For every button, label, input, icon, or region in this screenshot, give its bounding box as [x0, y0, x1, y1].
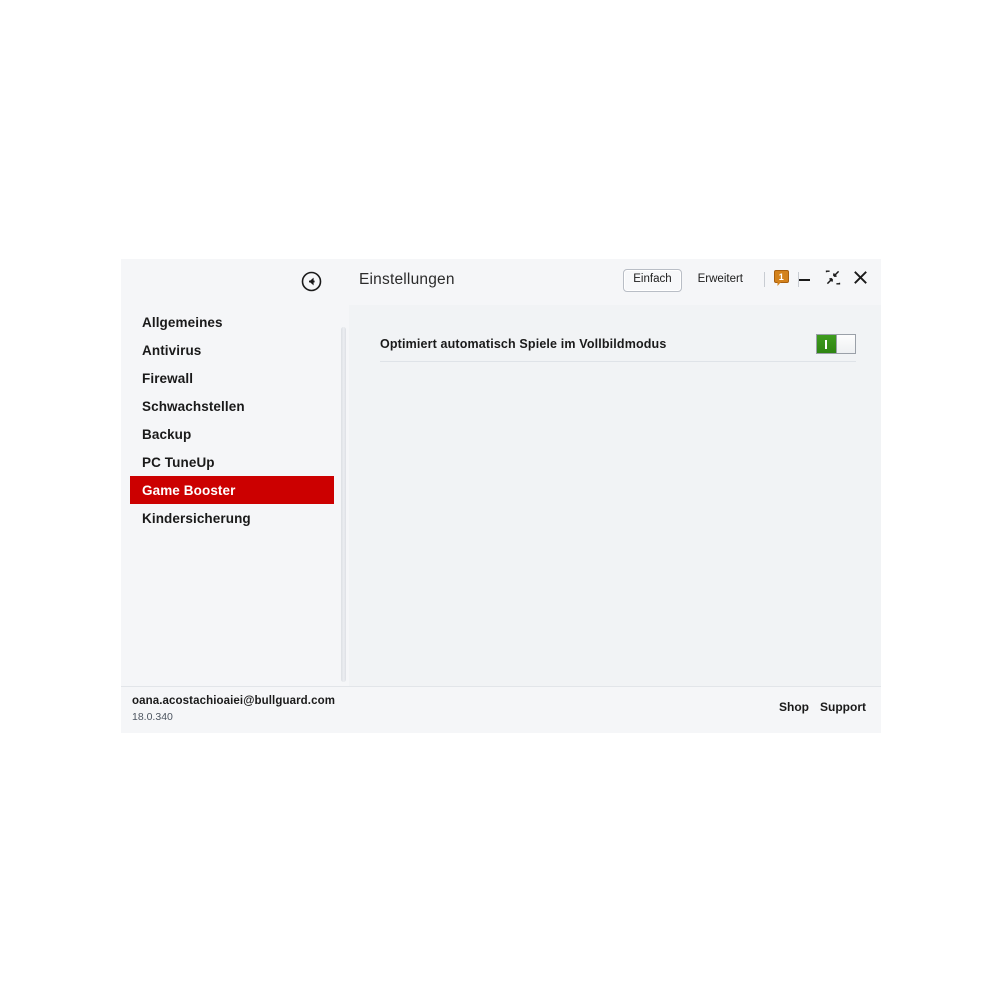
- sidebar-scrollbar[interactable]: [338, 305, 349, 686]
- shop-link[interactable]: Shop: [779, 700, 809, 714]
- window-footer: oana.acostachioaiei@bullguard.com 18.0.3…: [121, 686, 881, 733]
- tab-einfach[interactable]: Einfach: [623, 269, 682, 292]
- view-mode-tabs: Einfach Erweitert: [623, 269, 753, 292]
- close-icon[interactable]: [852, 269, 869, 286]
- toolbar-divider-left: [764, 272, 765, 287]
- notification-count-text: 1: [779, 272, 784, 282]
- account-email: oana.acostachioaiei@bullguard.com: [132, 695, 336, 707]
- sidebar-item-schwachstellen[interactable]: Schwachstellen: [130, 392, 330, 420]
- account-info: oana.acostachioaiei@bullguard.com 18.0.3…: [132, 694, 335, 724]
- notification-badge[interactable]: 1: [774, 270, 789, 287]
- toggle-on-segment: [817, 335, 836, 353]
- scrollbar-track[interactable]: [341, 327, 346, 682]
- sidebar-item-allgemeines[interactable]: Allgemeines: [130, 308, 330, 336]
- page-title: Einstellungen: [359, 271, 455, 288]
- app-version: 18.0.340: [132, 711, 173, 723]
- settings-window: Einstellungen Einfach Erweitert 1 Allgem…: [121, 259, 881, 733]
- support-link[interactable]: Support: [820, 700, 866, 714]
- sidebar-item-kindersicherung[interactable]: Kindersicherung: [130, 504, 330, 532]
- window-body: Allgemeines Antivirus Firewall Schwachst…: [121, 305, 881, 686]
- sidebar-item-game-booster[interactable]: Game Booster: [130, 476, 334, 504]
- toggle-knob: [835, 335, 855, 353]
- footer-links: Shop Support: [779, 700, 866, 714]
- shrink-restore-icon[interactable]: [824, 269, 841, 286]
- window-controls: [796, 269, 869, 286]
- fullscreen-optimize-toggle[interactable]: [816, 334, 856, 354]
- sidebar-item-pc-tuneup[interactable]: PC TuneUp: [130, 448, 330, 476]
- window-titlebar: Einstellungen Einfach Erweitert 1: [121, 259, 881, 305]
- back-circle-arrow-icon[interactable]: [301, 271, 322, 292]
- setting-label: Optimiert automatisch Spiele im Vollbild…: [380, 337, 667, 351]
- settings-content-panel: Optimiert automatisch Spiele im Vollbild…: [349, 305, 881, 686]
- settings-sidebar: Allgemeines Antivirus Firewall Schwachst…: [121, 305, 338, 686]
- sidebar-item-firewall[interactable]: Firewall: [130, 364, 330, 392]
- sidebar-item-backup[interactable]: Backup: [130, 420, 330, 448]
- tab-erweitert[interactable]: Erweitert: [688, 269, 753, 292]
- sidebar-item-antivirus[interactable]: Antivirus: [130, 336, 330, 364]
- setting-row-fullscreen-optimize: Optimiert automatisch Spiele im Vollbild…: [380, 327, 856, 362]
- minimize-icon[interactable]: [796, 269, 813, 286]
